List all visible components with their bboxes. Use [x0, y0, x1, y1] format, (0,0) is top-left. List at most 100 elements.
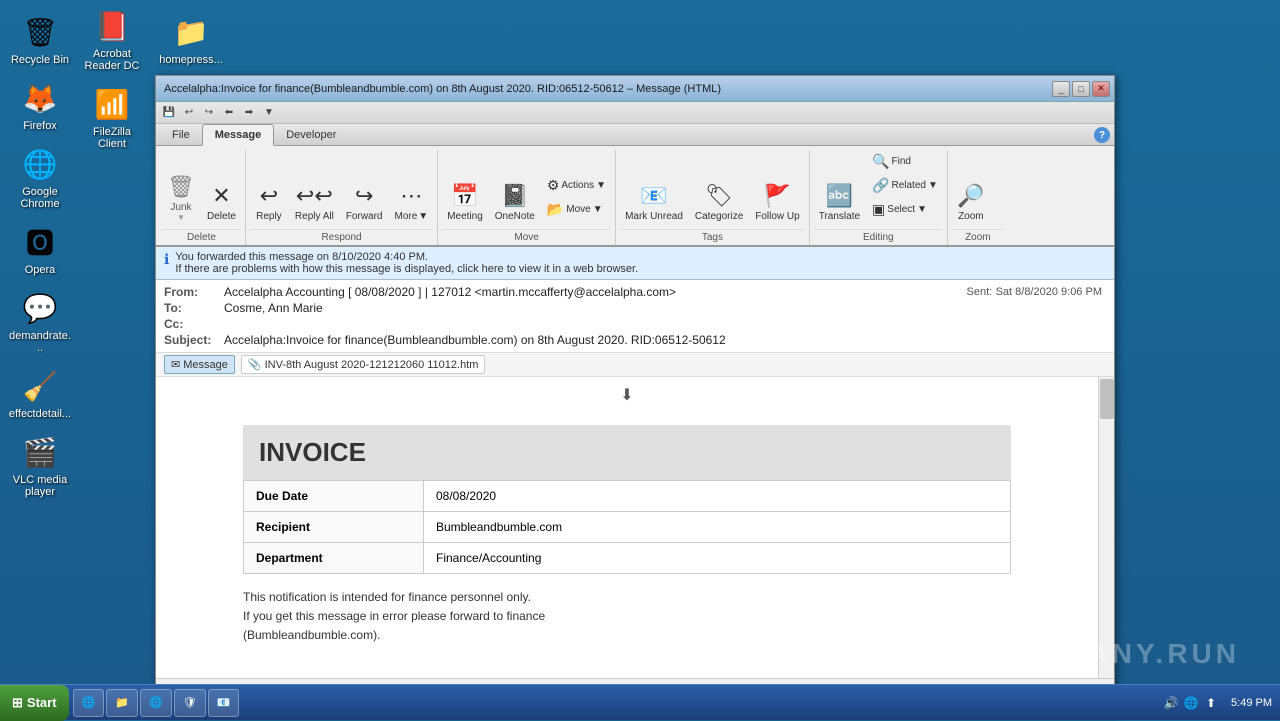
windows-logo-icon: ⊞	[12, 695, 23, 711]
forward-button[interactable]: ↪ Forward	[341, 180, 388, 225]
desktop-icon-opera[interactable]: 🅾 Opera	[4, 218, 76, 280]
reply-all-button[interactable]: ↩↩ Reply All	[290, 180, 339, 225]
ribbon-group-move: 📅 Meeting 📓 OneNote ⚙ Actions ▼	[438, 150, 616, 245]
ribbon-group-zoom: 🔎 Zoom Zoom	[948, 150, 1008, 245]
firefox-label: Firefox	[23, 120, 57, 132]
quick-access-toolbar: 💾 ↩ ↪ ⬅ ➡ ▼	[156, 102, 1114, 124]
filezilla-icon: 📶	[92, 84, 132, 124]
subject-value: Accelalpha:Invoice for finance(Bumbleand…	[224, 333, 967, 347]
taskbar-chrome[interactable]: 🌐	[140, 689, 172, 717]
desktop-icon-firefox[interactable]: 🦊 Firefox	[4, 74, 76, 136]
info-bar[interactable]: ℹ You forwarded this message on 8/10/202…	[156, 247, 1114, 280]
tab-file[interactable]: File	[160, 125, 202, 145]
ribbon-group-respond: ↩ Reply ↩↩ Reply All ↪ Forward ⋯ Mo	[246, 150, 438, 245]
desktop-icons-area: 🗑 Recycle Bin 🦊 Firefox 🌐 Google Chrome …	[0, 0, 160, 660]
outlook-window: Accelalpha:Invoice for finance(Bumbleand…	[155, 75, 1115, 715]
window-title: Accelalpha:Invoice for finance(Bumbleand…	[160, 83, 1052, 95]
subject-label: Subject:	[164, 333, 224, 347]
follow-up-button[interactable]: 🚩 Follow Up	[750, 180, 804, 225]
info-text: You forwarded this message on 8/10/2020 …	[175, 251, 638, 275]
homepress-icon: 📁	[171, 12, 211, 52]
tray-sync-icon[interactable]: ⬆	[1203, 695, 1219, 711]
onenote-icon: 📓	[501, 183, 528, 209]
tray-network-icon[interactable]: 🌐	[1183, 695, 1199, 711]
invoice-table: Due Date 08/08/2020 Recipient Bumbleandb…	[243, 480, 1011, 574]
zoom-group-label: Zoom	[952, 229, 1004, 245]
message-tab-icon: ✉	[171, 358, 180, 371]
start-button[interactable]: ⊞ Start	[0, 685, 69, 721]
help-button[interactable]: ?	[1094, 127, 1110, 143]
desktop-icon-recycle-bin[interactable]: 🗑 Recycle Bin	[4, 8, 76, 70]
skype-label: demandrate...	[8, 330, 72, 354]
redo-qa-button[interactable]: ↪	[200, 104, 218, 122]
desktop-icon-acrobat[interactable]: 📕 Acrobat Reader DC	[76, 2, 148, 76]
taskbar-right: 🔊 🌐 ⬆ 5:49 PM	[1151, 695, 1280, 711]
scrollbar[interactable]	[1098, 377, 1114, 678]
tab-developer[interactable]: Developer	[274, 125, 348, 145]
desktop-icon-vlc[interactable]: 🎬 VLC media player	[4, 428, 76, 502]
next-qa-button[interactable]: ➡	[240, 104, 258, 122]
categorize-button[interactable]: 🏷 Categorize	[690, 180, 748, 225]
minimize-button[interactable]: _	[1052, 81, 1070, 97]
restore-button[interactable]: □	[1072, 81, 1090, 97]
inv-tab-icon: 📎	[248, 358, 262, 371]
find-button[interactable]: 🔍 Find	[867, 150, 943, 173]
taskbar-ie[interactable]: 🌐	[73, 689, 105, 717]
reply-icon: ↩	[260, 183, 278, 209]
taskbar: ⊞ Start 🌐 📁 🌐 🛡 📧 🔊 🌐 ⬆ 5:49 PM	[0, 684, 1280, 720]
translate-button[interactable]: 🔤 Translate	[814, 180, 865, 225]
inv-tab-label: INV-8th August 2020-121212060 11012.htm	[265, 359, 479, 371]
meeting-button[interactable]: 📅 Meeting	[442, 180, 488, 225]
actions-button[interactable]: ⚙ Actions ▼	[542, 174, 611, 197]
close-button[interactable]: ✕	[1092, 81, 1110, 97]
select-button[interactable]: ▣ Select ▼	[867, 198, 943, 221]
categorize-icon: 🏷	[705, 183, 733, 209]
taskbar-items: 🌐 📁 🌐 🛡 📧	[69, 685, 1152, 720]
zoom-icon: 🔎	[957, 183, 984, 209]
follow-up-icon: 🚩	[764, 183, 791, 209]
meeting-icon: 📅	[451, 183, 478, 209]
undo-qa-button[interactable]: ↩	[180, 104, 198, 122]
related-button[interactable]: 🔗 Related ▼	[867, 174, 943, 197]
prev-qa-button[interactable]: ⬅	[220, 104, 238, 122]
find-icon: 🔍	[872, 153, 889, 170]
reply-button[interactable]: ↩ Reply	[250, 180, 288, 225]
mark-unread-button[interactable]: 📧 Mark Unread	[620, 180, 688, 225]
inv-attachment-tab[interactable]: 📎 INV-8th August 2020-121212060 11012.ht…	[241, 355, 486, 374]
related-icon: 🔗	[872, 177, 889, 194]
respond-group-label: Respond	[250, 229, 433, 245]
desktop-icon-filezilla[interactable]: 📶 FileZilla Client	[76, 80, 148, 154]
move-group-buttons: 📅 Meeting 📓 OneNote ⚙ Actions ▼	[442, 150, 611, 229]
recipient-value: Bumbleandbumble.com	[424, 512, 1011, 543]
move-button[interactable]: 📂 Move ▼	[542, 198, 611, 221]
junk-button[interactable]: 🗑 Junk ▼	[162, 171, 200, 225]
taskbar-folder[interactable]: 📁	[106, 689, 138, 717]
reply-all-icon: ↩↩	[296, 183, 333, 209]
department-label: Department	[244, 543, 424, 574]
ribbon-group-editing: 🔤 Translate 🔍 Find 🔗 Related ▼	[810, 150, 948, 245]
opera-icon: 🅾	[20, 222, 60, 262]
zoom-button[interactable]: 🔎 Zoom	[952, 180, 990, 225]
delete-button[interactable]: ✕ Delete	[202, 180, 241, 225]
tab-message[interactable]: Message	[202, 124, 274, 146]
ribbon-group-tags: 📧 Mark Unread 🏷 Categorize 🚩 Follow Up T…	[616, 150, 810, 245]
editing-sub-col: 🔍 Find 🔗 Related ▼ ▣ Select ▼	[867, 150, 943, 225]
desktop-icon-homepress[interactable]: 📁 homepress...	[155, 8, 227, 70]
more-respond-button[interactable]: ⋯ More ▼	[390, 180, 434, 225]
due-date-label: Due Date	[244, 481, 424, 512]
message-tab[interactable]: ✉ Message	[164, 355, 235, 374]
desktop-icon-ccleaner[interactable]: 🧹 effectdetail...	[4, 362, 76, 424]
taskbar-misc[interactable]: 📧	[208, 689, 240, 717]
from-label: From:	[164, 285, 224, 299]
taskbar-antivirus[interactable]: 🛡	[174, 689, 206, 717]
more-qa-button[interactable]: ▼	[260, 104, 278, 122]
save-qa-button[interactable]: 💾	[160, 104, 178, 122]
desktop-icon-skype[interactable]: 💬 demandrate...	[4, 284, 76, 358]
tray-volume-icon[interactable]: 🔊	[1163, 695, 1179, 711]
select-icon: ▣	[872, 201, 885, 218]
from-value: Accelalpha Accounting [ 08/08/2020 ] | 1…	[224, 285, 967, 299]
desktop-icon-chrome[interactable]: 🌐 Google Chrome	[4, 140, 76, 214]
table-row: Due Date 08/08/2020	[244, 481, 1011, 512]
clock: 5:49 PM	[1231, 697, 1272, 709]
onenote-button[interactable]: 📓 OneNote	[490, 180, 540, 225]
